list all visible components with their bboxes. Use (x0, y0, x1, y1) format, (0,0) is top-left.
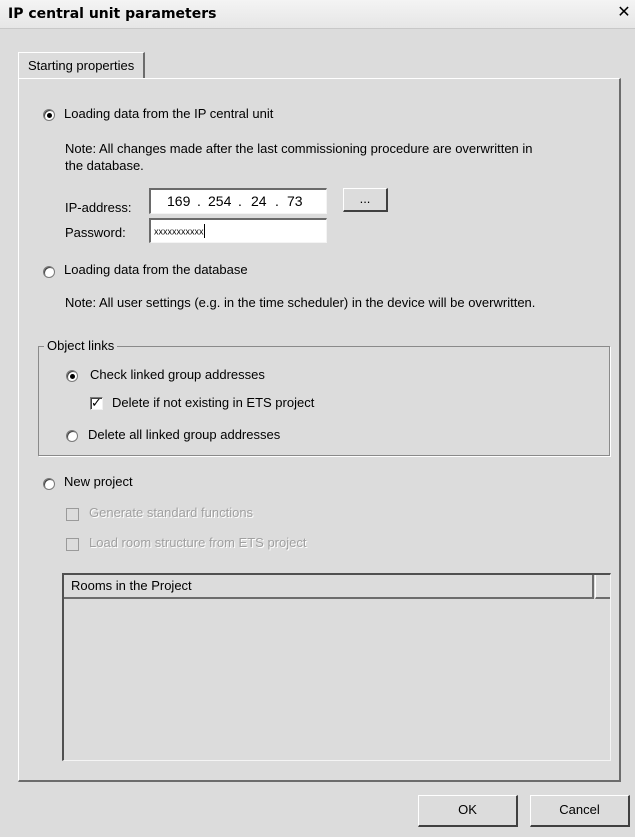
new-project-radio[interactable] (43, 478, 55, 490)
ip-octet-3: 24 (251, 193, 267, 209)
close-icon[interactable]: ✕ (615, 4, 633, 22)
delete-all-radio[interactable] (66, 430, 78, 442)
window-title: IP central unit parameters (8, 6, 217, 22)
delete-if-not-existing-label[interactable]: Delete if not existing in ETS project (112, 395, 314, 410)
password-label: Password: (65, 225, 126, 240)
object-links-label: Object links (44, 338, 118, 353)
rooms-list-header-filler (595, 575, 610, 599)
ip-address-label: IP-address: (65, 200, 132, 215)
title-bar[interactable]: IP central unit parameters ✕ (0, 0, 635, 29)
rooms-list-header[interactable]: Rooms in the Project (64, 575, 594, 599)
new-project-label[interactable]: New project (64, 474, 133, 489)
load-room-structure-label: Load room structure from ETS project (89, 535, 307, 550)
browse-button[interactable]: ... (343, 188, 388, 212)
password-field[interactable]: xxxxxxxxxxx (149, 218, 327, 243)
radio-selected-dot (47, 113, 52, 118)
password-value: xxxxxxxxxxx (154, 226, 204, 237)
ip-dot-2: . (238, 193, 242, 209)
generate-standard-checkbox[interactable] (66, 508, 79, 521)
tab-starting-properties[interactable]: Starting properties (18, 52, 146, 78)
ip-dot-1: . (197, 193, 201, 209)
ok-button[interactable]: OK (418, 795, 518, 827)
text-caret (203, 224, 205, 239)
load-from-ip-label[interactable]: Loading data from the IP central unit (64, 106, 273, 121)
db-note: Note: All user settings (e.g. in the tim… (65, 295, 536, 310)
ip-address-field[interactable]: 169 . 254 . 24 . 73 (149, 188, 327, 214)
check-linked-label[interactable]: Check linked group addresses (90, 367, 265, 382)
generate-standard-label: Generate standard functions (89, 505, 254, 520)
load-from-db-label[interactable]: Loading data from the database (64, 262, 248, 277)
delete-if-not-existing-checkbox[interactable]: ✓ (90, 395, 103, 410)
load-from-ip-radio[interactable] (43, 109, 55, 121)
delete-all-label[interactable]: Delete all linked group addresses (88, 427, 280, 442)
checkmark-icon: ✓ (91, 395, 102, 410)
ip-octet-1: 169 (167, 193, 191, 209)
ip-dot-3: . (275, 193, 279, 209)
ip-note-line2: the database. (65, 158, 144, 173)
dialog-window: IP central unit parameters ✕ Starting pr… (0, 0, 635, 837)
rooms-list[interactable]: Rooms in the Project (62, 573, 611, 761)
ip-octet-2: 254 (208, 193, 232, 209)
radio-selected-dot (70, 374, 75, 379)
cancel-button[interactable]: Cancel (530, 795, 630, 827)
load-room-structure-checkbox[interactable] (66, 538, 79, 551)
ip-note-line1: Note: All changes made after the last co… (65, 141, 533, 156)
ip-octet-4: 73 (287, 193, 303, 209)
load-from-db-radio[interactable] (43, 266, 55, 278)
check-linked-radio[interactable] (66, 370, 78, 382)
